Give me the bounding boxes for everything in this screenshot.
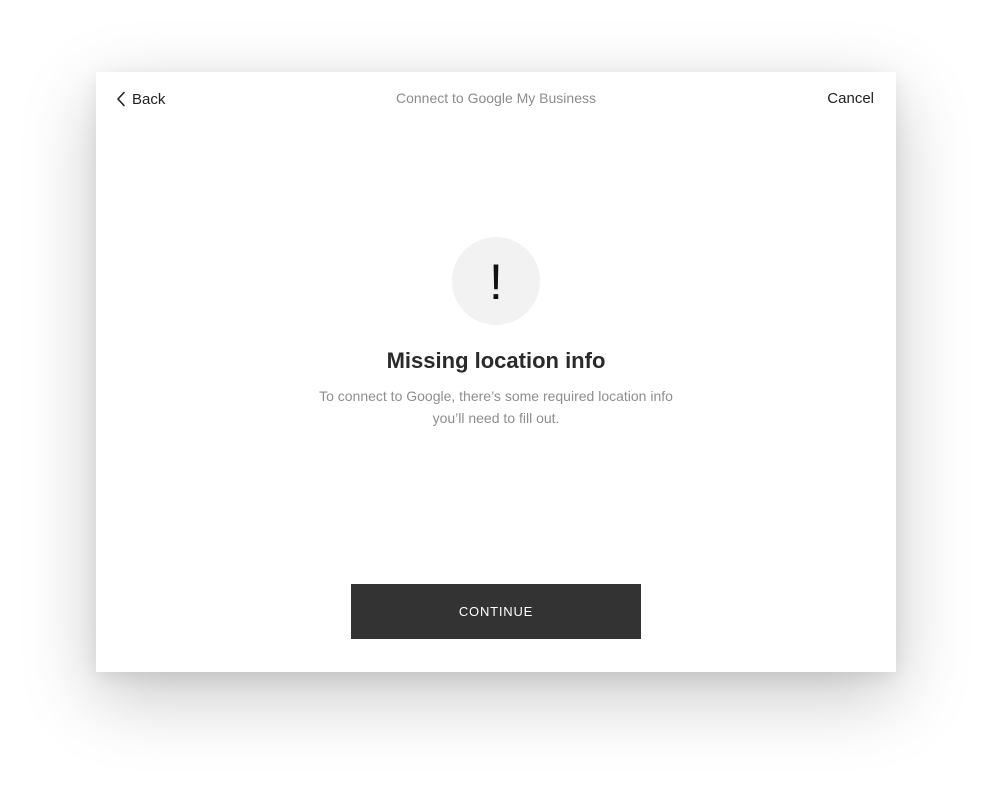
cancel-button[interactable]: Cancel (827, 90, 874, 107)
alert-heading: Missing location info (386, 348, 606, 373)
continue-button[interactable]: CONTINUE (351, 584, 641, 639)
connect-dialog: Back Connect to Google My Business Cance… (96, 72, 896, 672)
exclamation-icon: ! (452, 237, 540, 325)
exclamation-symbol: ! (489, 254, 503, 310)
alert-message: To connect to Google, there’s some requi… (319, 388, 673, 426)
dialog-header: Back Connect to Google My Business Cance… (96, 72, 896, 126)
page-background: Back Connect to Google My Business Cance… (0, 0, 992, 792)
dialog-title: Connect to Google My Business (396, 90, 596, 106)
